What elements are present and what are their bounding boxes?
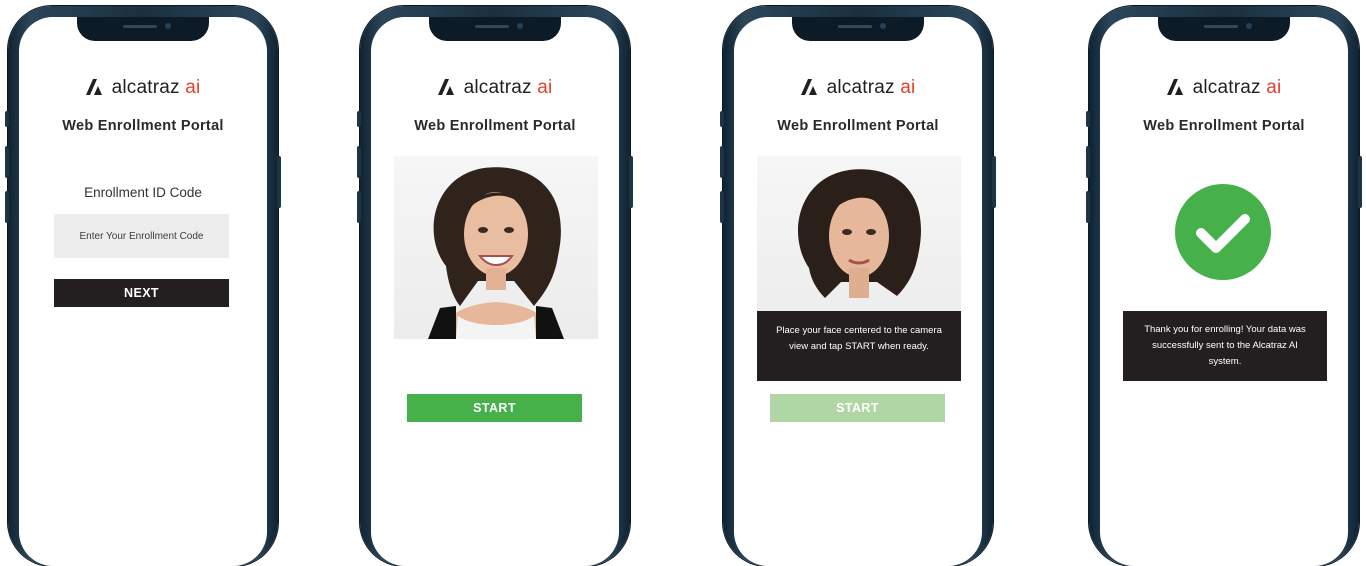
camera-instruction-box: Place your face centered to the camera v… xyxy=(757,311,961,381)
start-button[interactable]: START xyxy=(407,394,582,422)
enrollment-code-label: Enrollment ID Code xyxy=(84,185,202,200)
logo-suffix: ai xyxy=(185,77,201,98)
alcatraz-logo: alcatraz ai xyxy=(1100,77,1348,99)
alcatraz-logo: alcatraz ai xyxy=(19,77,267,99)
portal-title: Web Enrollment Portal xyxy=(62,118,224,134)
phone-notch xyxy=(1158,17,1290,41)
phone-screen: alcatraz ai Web Enrollment Portal Enroll… xyxy=(19,17,267,566)
alcatraz-logo: alcatraz ai xyxy=(734,77,982,99)
phone-success: alcatraz ai Web Enrollment Portal Thank … xyxy=(1086,6,1362,566)
alcatraz-logo: alcatraz ai xyxy=(371,77,619,99)
logo-suffix: ai xyxy=(900,77,916,98)
phone-notch xyxy=(77,17,209,41)
success-message: Thank you for enrolling! Your data was s… xyxy=(1123,311,1327,381)
alcatraz-mark-icon xyxy=(437,79,454,95)
phone-capture-instructions: alcatraz ai Web Enrollment Portal Place … xyxy=(720,6,996,566)
logo-name: alcatraz xyxy=(826,77,895,98)
checkmark-icon xyxy=(1175,184,1271,280)
phone-screen: alcatraz ai Web Enrollment Portal Place … xyxy=(734,17,982,566)
start-button-disabled[interactable]: START xyxy=(770,394,945,422)
logo-name: alcatraz xyxy=(111,77,180,98)
logo-suffix: ai xyxy=(1266,77,1282,98)
phone-notch xyxy=(792,17,924,41)
alcatraz-mark-icon xyxy=(85,79,102,95)
next-button[interactable]: NEXT xyxy=(54,279,229,307)
phone-screen: alcatraz ai Web Enrollment Portal START xyxy=(371,17,619,566)
logo-name: alcatraz xyxy=(463,77,532,98)
phone-capture-ready: alcatraz ai Web Enrollment Portal START xyxy=(357,6,633,566)
enrollment-code-input[interactable] xyxy=(54,214,229,258)
camera-preview-smiling-woman xyxy=(394,156,598,339)
logo-name: alcatraz xyxy=(1192,77,1261,98)
logo-suffix: ai xyxy=(537,77,553,98)
phone-notch xyxy=(429,17,561,41)
portal-title: Web Enrollment Portal xyxy=(777,118,939,134)
alcatraz-mark-icon xyxy=(1166,79,1183,95)
alcatraz-mark-icon xyxy=(800,79,817,95)
portal-title: Web Enrollment Portal xyxy=(414,118,576,134)
phone-enroll-code: alcatraz ai Web Enrollment Portal Enroll… xyxy=(5,6,281,566)
portal-title: Web Enrollment Portal xyxy=(1143,118,1305,134)
phone-screen: alcatraz ai Web Enrollment Portal Thank … xyxy=(1100,17,1348,566)
